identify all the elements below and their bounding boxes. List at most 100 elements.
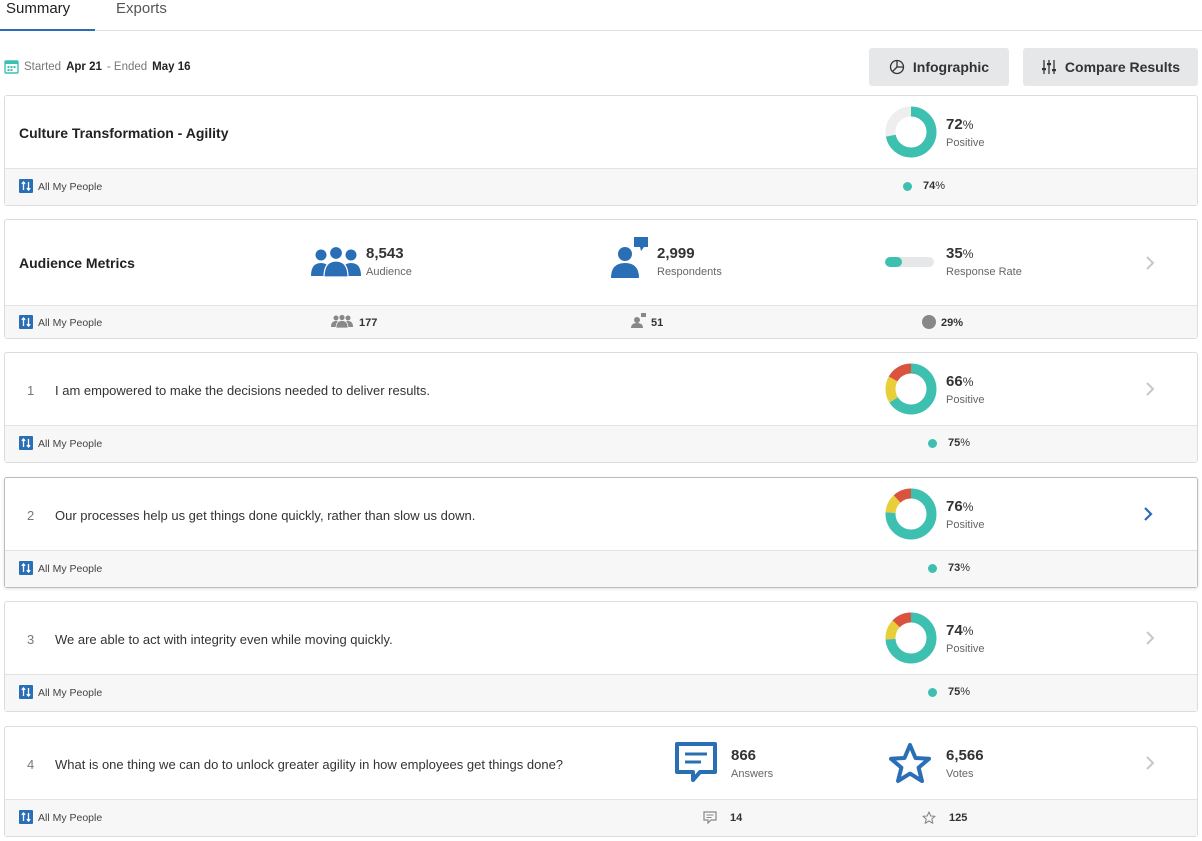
response-rate-pct: 35% xyxy=(946,245,974,262)
footer-votes-count: 125 xyxy=(949,812,968,824)
positive-dot xyxy=(928,688,937,697)
group-sort-icon[interactable] xyxy=(19,436,33,450)
compare-results-button[interactable]: Compare Results xyxy=(1023,48,1198,86)
overview-pct-label: Positive xyxy=(946,137,985,149)
group-sort-icon[interactable] xyxy=(19,685,33,699)
tab-summary[interactable]: Summary xyxy=(0,0,95,31)
star-small-icon xyxy=(922,811,936,824)
infographic-button[interactable]: Infographic xyxy=(869,48,1009,86)
group-label: All My People xyxy=(38,687,103,699)
footer-audience-count: 177 xyxy=(359,317,378,329)
star-icon xyxy=(889,743,931,783)
ended-prefix: - Ended xyxy=(106,60,148,73)
footer-response-rate: 29% xyxy=(941,317,964,329)
open-question-card[interactable]: 4 What is one thing we can do to unlock … xyxy=(4,726,1198,837)
response-rate-label: Response Rate xyxy=(946,266,1022,278)
infographic-label: Infographic xyxy=(912,59,990,75)
group-label: All My People xyxy=(38,812,103,824)
question-pct-label: Positive xyxy=(946,519,985,531)
question-text: We are able to act with integrity even w… xyxy=(55,632,393,647)
respondent-small-icon xyxy=(631,313,646,328)
survey-title: Culture Transformation - Agility xyxy=(19,125,229,141)
open-question-footer: All My People 14 125 xyxy=(5,800,1197,836)
positive-dot xyxy=(903,182,912,191)
audience-count: 8,543 xyxy=(366,245,404,262)
compare-results-label: Compare Results xyxy=(1064,59,1181,75)
overview-pct: 72% xyxy=(946,116,974,133)
pie-chart-icon xyxy=(889,59,905,75)
overview-footer-pct: 74% xyxy=(923,180,946,192)
question-text: I am empowered to make the decisions nee… xyxy=(55,383,431,398)
question-card-3[interactable]: 3 We are able to act with integrity even… xyxy=(4,601,1198,712)
question-card-2[interactable]: 2 Our processes help us get things done … xyxy=(4,477,1198,588)
question-pct: 76% xyxy=(946,498,974,515)
question-footer: All My People 73% xyxy=(5,551,1197,587)
question-pct: 66% xyxy=(946,373,974,390)
question-card-1[interactable]: 1 I am empowered to make the decisions n… xyxy=(4,352,1198,463)
end-date: May 16 xyxy=(152,60,191,73)
audience-icon xyxy=(311,246,361,278)
footer-answers-count: 14 xyxy=(730,812,743,824)
chevron-right-icon[interactable] xyxy=(1143,381,1157,397)
response-rate-bar xyxy=(885,257,934,267)
overview-card[interactable]: Culture Transformation - Agility 72% Pos… xyxy=(4,95,1198,206)
sliders-icon xyxy=(1041,60,1056,74)
group-label: All My People xyxy=(38,317,103,329)
response-donut-chart xyxy=(885,488,937,540)
overview-footer: All My People 74% xyxy=(5,169,1197,205)
calendar-icon xyxy=(4,60,19,74)
start-date: Apr 21 xyxy=(66,60,102,73)
positive-donut-chart xyxy=(885,106,937,158)
response-rate-fill xyxy=(885,257,903,267)
answers-label: Answers xyxy=(731,768,774,780)
group-label: All My People xyxy=(38,438,103,450)
question-number: 1 xyxy=(27,383,35,398)
respondent-icon xyxy=(611,237,648,278)
question-footer-pct: 75% xyxy=(948,686,971,698)
group-sort-icon[interactable] xyxy=(19,810,33,824)
comment-small-icon xyxy=(703,811,717,824)
chevron-right-icon[interactable] xyxy=(1141,506,1155,522)
question-footer-pct: 75% xyxy=(948,437,971,449)
question-pct-label: Positive xyxy=(946,394,985,406)
response-donut-chart xyxy=(885,612,937,664)
group-sort-icon[interactable] xyxy=(19,179,33,193)
chevron-right-icon[interactable] xyxy=(1143,755,1157,771)
question-number: 2 xyxy=(27,508,35,523)
rate-circle-icon xyxy=(922,315,936,329)
group-sort-icon[interactable] xyxy=(19,315,33,329)
group-sort-icon[interactable] xyxy=(19,561,33,575)
question-number: 3 xyxy=(27,632,35,647)
started-prefix: Started xyxy=(24,60,62,73)
footer-respondents-count: 51 xyxy=(651,317,664,329)
question-text: Our processes help us get things done qu… xyxy=(55,508,476,523)
tab-exports[interactable]: Exports xyxy=(116,0,167,31)
group-label: All My People xyxy=(38,181,103,193)
votes-label: Votes xyxy=(946,768,974,780)
question-pct: 74% xyxy=(946,622,974,639)
chevron-right-icon[interactable] xyxy=(1143,630,1157,646)
positive-dot xyxy=(928,439,937,448)
question-footer-pct: 73% xyxy=(948,562,971,574)
positive-dot xyxy=(928,564,937,573)
comment-icon xyxy=(675,742,717,782)
question-footer: All My People 75% xyxy=(5,675,1197,711)
respondents-count: 2,999 xyxy=(657,245,695,262)
audience-metrics-title: Audience Metrics xyxy=(19,255,135,271)
question-number: 4 xyxy=(27,757,35,772)
response-donut-chart xyxy=(885,363,937,415)
answers-count: 866 xyxy=(731,747,757,764)
audience-metrics-card[interactable]: Audience Metrics 8,543 Audience 2,999 Re… xyxy=(4,219,1198,339)
question-pct-label: Positive xyxy=(946,643,985,655)
question-footer: All My People 75% xyxy=(5,426,1197,462)
respondents-label: Respondents xyxy=(657,266,722,278)
audience-small-icon xyxy=(331,314,353,328)
question-text: What is one thing we can do to unlock gr… xyxy=(55,757,564,772)
tab-bar: Summary Exports xyxy=(0,0,1202,31)
chevron-right-icon[interactable] xyxy=(1143,255,1157,271)
group-label: All My People xyxy=(38,563,103,575)
audience-footer: All My People 177 51 29% xyxy=(5,306,1197,338)
audience-label: Audience xyxy=(366,266,412,278)
survey-dates: Started Apr 21 - Ended May 16 xyxy=(4,59,191,74)
votes-count: 6,566 xyxy=(946,747,984,764)
